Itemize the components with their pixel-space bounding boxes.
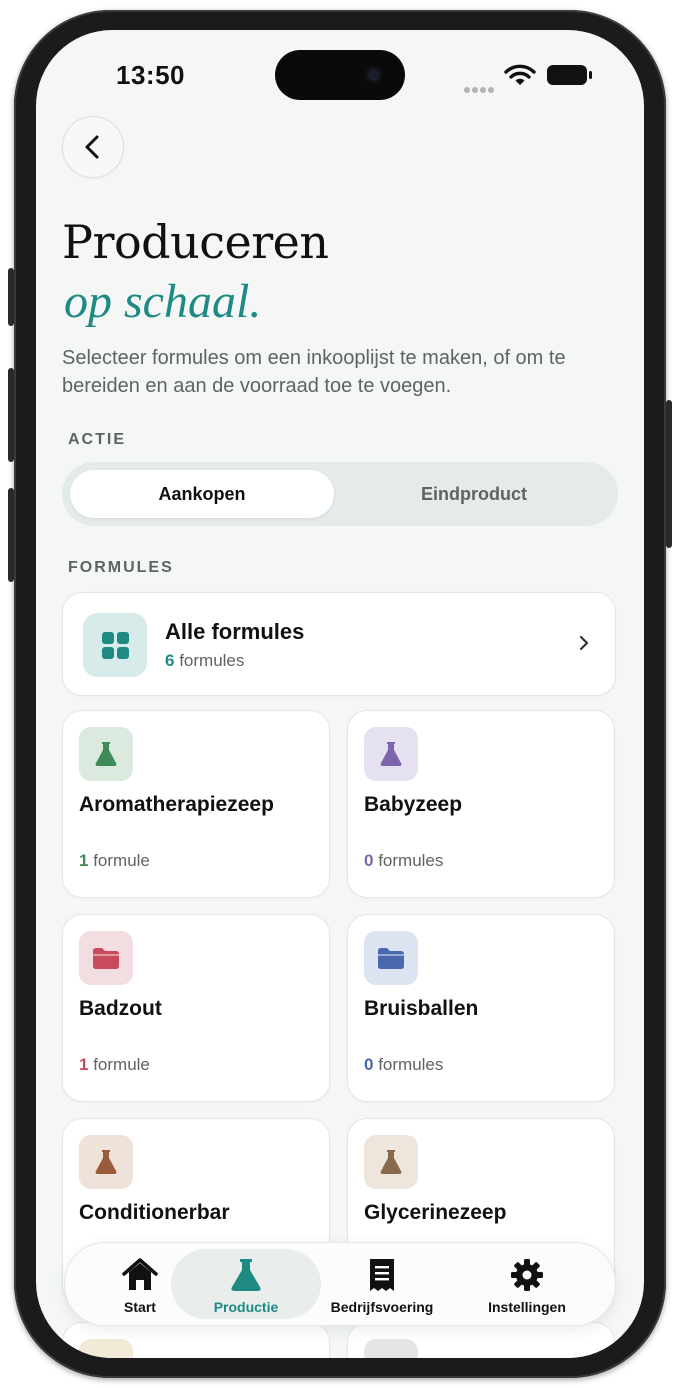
category-name: Glycerinezeep xyxy=(364,1201,507,1224)
mute-switch xyxy=(8,268,14,326)
segment-eindproduct[interactable]: Eindproduct xyxy=(338,470,610,518)
category-card-partial[interactable] xyxy=(62,1322,330,1358)
camera-icon xyxy=(365,66,383,84)
gear-icon xyxy=(511,1259,543,1291)
home-icon xyxy=(122,1258,158,1290)
back-button[interactable] xyxy=(62,116,124,178)
flask-icon xyxy=(79,727,133,781)
category-count: 1 formule xyxy=(79,1055,150,1074)
flask-icon xyxy=(364,1135,418,1189)
category-card-badzout[interactable]: Badzout 1 formule xyxy=(62,914,330,1102)
category-card-partial[interactable] xyxy=(347,1322,615,1358)
category-icon xyxy=(364,1339,418,1358)
flask-icon xyxy=(364,727,418,781)
volume-up-button xyxy=(8,368,14,462)
receipt-icon xyxy=(370,1259,394,1291)
folder-icon xyxy=(79,931,133,985)
page-title: Produceren xyxy=(62,215,329,269)
chevron-right-icon xyxy=(579,635,589,651)
category-name: Bruisballen xyxy=(364,997,479,1020)
category-name: Badzout xyxy=(79,997,162,1020)
tab-start[interactable]: Start xyxy=(103,1243,177,1325)
category-count: 1 formule xyxy=(79,851,150,870)
category-card-babyzeep[interactable]: Babyzeep 0 formules xyxy=(347,710,615,898)
category-count: 0 formules xyxy=(364,851,444,870)
volume-down-button xyxy=(8,488,14,582)
flask-icon xyxy=(231,1259,261,1291)
action-segmented-control: Aankopen Eindproduct xyxy=(62,462,618,526)
battery-icon xyxy=(547,65,592,85)
signal-icon xyxy=(464,80,496,98)
status-time: 13:50 xyxy=(116,60,185,90)
category-name: Babyzeep xyxy=(364,793,463,816)
wifi-icon xyxy=(504,64,536,85)
tab-bar: Start Productie Bedrijfsvoering Instelli… xyxy=(64,1242,616,1326)
page-subtitle: Selecteer formules om een inkooplijst te… xyxy=(62,347,566,397)
segment-aankopen[interactable]: Aankopen xyxy=(70,470,334,518)
all-formulas-count: 6 formules xyxy=(165,651,245,670)
all-formulas-title: Alle formules xyxy=(165,619,305,644)
category-name: Aromatherapiezeep xyxy=(79,793,274,816)
dynamic-island xyxy=(275,50,405,100)
chevron-left-icon xyxy=(85,135,99,159)
category-card-bruisballen[interactable]: Bruisballen 0 formules xyxy=(347,914,615,1102)
category-name: Conditionerbar xyxy=(79,1201,230,1224)
action-section-label: ACTIE xyxy=(68,431,126,448)
category-icon xyxy=(79,1339,133,1358)
tab-instellingen[interactable]: Instellingen xyxy=(475,1243,579,1325)
folder-icon xyxy=(364,931,418,985)
category-card-aromatherapiezeep[interactable]: Aromatherapiezeep 1 formule xyxy=(62,710,330,898)
tab-bedrijfsvoering[interactable]: Bedrijfsvoering xyxy=(327,1243,437,1325)
grid-icon xyxy=(83,613,147,677)
tab-productie[interactable]: Productie xyxy=(171,1243,321,1325)
all-formulas-row[interactable]: Alle formules 6 formules xyxy=(62,592,616,696)
page-title-accent: op schaal. xyxy=(64,275,262,328)
category-count: 0 formules xyxy=(364,1055,444,1074)
flask-icon xyxy=(79,1135,133,1189)
formulas-section-label: FORMULES xyxy=(68,559,174,576)
power-button xyxy=(666,400,672,548)
screen: 13:50 Produceren op schaal. Selecteer fo… xyxy=(36,30,644,1358)
